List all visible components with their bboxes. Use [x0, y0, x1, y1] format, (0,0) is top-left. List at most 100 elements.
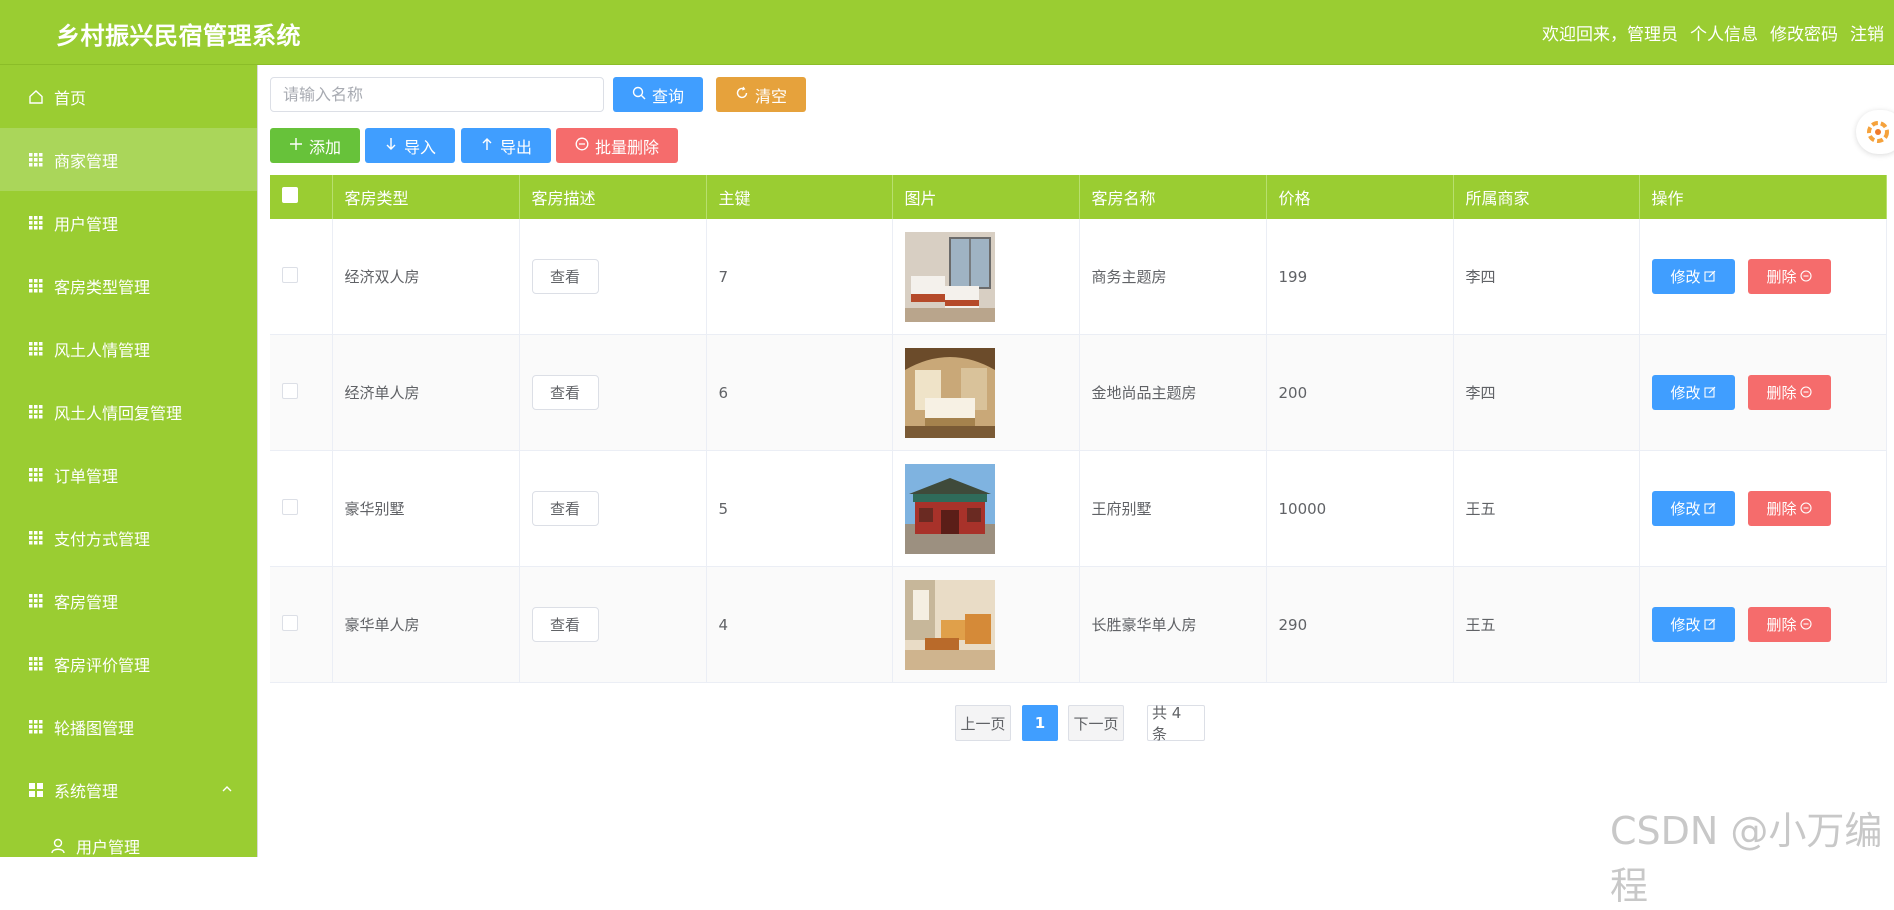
edit-button[interactable]: 修改: [1651, 491, 1735, 526]
column-header: 价格: [1266, 175, 1454, 219]
room-name-cell: 金地尚品主题房: [1079, 334, 1267, 451]
home-icon: [28, 89, 44, 105]
row-select-cell: [270, 334, 333, 451]
grid-icon: [28, 467, 44, 483]
floating-assistant-button[interactable]: [1856, 110, 1894, 154]
arrow-down-icon: [384, 136, 398, 155]
sidebar-item-customs[interactable]: 风土人情管理: [0, 317, 257, 380]
row-select-cell: [270, 566, 333, 683]
view-description-button[interactable]: 查看: [531, 491, 599, 526]
merchant-cell: 李四: [1453, 334, 1640, 451]
change-password-link[interactable]: 修改密码: [1770, 20, 1838, 45]
select-all-checkbox[interactable]: [282, 187, 298, 203]
view-description-button[interactable]: 查看: [531, 259, 599, 294]
delete-button-label: 删除: [1766, 500, 1797, 518]
edit-button[interactable]: 修改: [1651, 259, 1735, 294]
row-checkbox[interactable]: [282, 266, 298, 283]
sidebar-subitem-user-management[interactable]: 用户管理: [0, 821, 257, 857]
import-button-label: 导入: [403, 137, 436, 157]
page-number-button[interactable]: 1: [1022, 705, 1058, 741]
welcome-text: 欢迎回来，管理员: [1542, 25, 1678, 45]
sidebar-item-users[interactable]: 用户管理: [0, 191, 257, 254]
room-type-cell: 经济单人房: [332, 334, 520, 451]
sidebar-item-label: 用户管理: [54, 214, 119, 234]
batch-delete-button[interactable]: 批量删除: [556, 128, 678, 163]
import-button[interactable]: 导入: [365, 128, 455, 163]
sidebar-item-label: 首页: [54, 88, 87, 108]
export-button[interactable]: 导出: [461, 128, 551, 163]
image-cell: [892, 450, 1080, 567]
delete-button[interactable]: 删除: [1747, 375, 1831, 410]
query-button[interactable]: 查询: [613, 77, 703, 112]
room-name-cell: 王府别墅: [1079, 450, 1267, 567]
id-cell: 6: [706, 334, 893, 451]
grid-icon: [28, 593, 44, 609]
sidebar-item-room-types[interactable]: 客房类型管理: [0, 254, 257, 317]
row-checkbox[interactable]: [282, 382, 298, 399]
view-description-button[interactable]: 查看: [531, 375, 599, 410]
refresh-icon: [735, 85, 749, 104]
room-image[interactable]: [904, 347, 995, 438]
sidebar-item-label: 支付方式管理: [54, 529, 151, 549]
prev-page-button[interactable]: 上一页: [955, 705, 1011, 741]
sidebar-item-payment-methods[interactable]: 支付方式管理: [0, 506, 257, 569]
id-cell: 7: [706, 219, 893, 335]
table-row: 经济双人房 查看 7 商务主题房 199 李四 修改 删除: [270, 219, 1887, 335]
room-table: 客房类型 客房描述 主键 图片 客房名称 价格 所属商家 操作 经济双人房 查看…: [270, 175, 1887, 683]
edit-button-label: 修改: [1670, 384, 1701, 402]
sidebar-item-label: 客房类型管理: [54, 277, 151, 297]
view-description-button[interactable]: 查看: [531, 607, 599, 642]
grid-icon: [28, 404, 44, 420]
column-header: 客房名称: [1079, 175, 1267, 219]
search-input[interactable]: [270, 77, 604, 112]
clear-button[interactable]: 清空: [716, 77, 806, 112]
minus-circle-icon: [1799, 616, 1812, 634]
column-header: 客房类型: [332, 175, 520, 219]
sidebar-item-home[interactable]: 首页: [0, 65, 257, 128]
room-image[interactable]: [904, 463, 995, 554]
room-image[interactable]: [904, 231, 995, 322]
search-icon: [632, 85, 646, 104]
row-checkbox[interactable]: [282, 614, 298, 631]
next-page-button[interactable]: 下一页: [1068, 705, 1124, 741]
grid-icon: [28, 341, 44, 357]
user-icon: [50, 838, 66, 854]
query-button-label: 查询: [651, 86, 684, 106]
edit-button[interactable]: 修改: [1651, 607, 1735, 642]
sidebar-item-label: 客房评价管理: [54, 655, 151, 675]
room-name-cell: 长胜豪华单人房: [1079, 566, 1267, 683]
merchant-cell: 王五: [1453, 450, 1640, 567]
delete-button[interactable]: 删除: [1747, 607, 1831, 642]
sidebar-item-label: 风土人情管理: [54, 340, 151, 360]
room-desc-cell: 查看: [519, 450, 707, 567]
flower-icon: [1867, 121, 1889, 143]
image-cell: [892, 566, 1080, 683]
sidebar-item-label: 商家管理: [54, 151, 119, 171]
sidebar-item-system[interactable]: 系统管理: [0, 758, 257, 821]
app-title: 乡村振兴民宿管理系统: [56, 22, 301, 50]
sidebar-item-orders[interactable]: 订单管理: [0, 443, 257, 506]
minus-circle-icon: [1799, 384, 1812, 402]
row-checkbox[interactable]: [282, 498, 298, 515]
id-cell: 5: [706, 450, 893, 567]
select-all-cell: [270, 175, 333, 219]
plus-icon: [289, 136, 303, 155]
sidebar-item-carousel[interactable]: 轮播图管理: [0, 695, 257, 758]
column-header: 主键: [706, 175, 893, 219]
edit-icon: [1703, 384, 1716, 402]
sidebar-item-rooms[interactable]: 客房管理: [0, 569, 257, 632]
sidebar-item-merchants[interactable]: 商家管理: [0, 128, 257, 191]
column-header: 操作: [1639, 175, 1887, 219]
delete-button[interactable]: 删除: [1747, 491, 1831, 526]
logout-link[interactable]: 注销: [1850, 20, 1884, 45]
profile-link[interactable]: 个人信息: [1690, 20, 1758, 45]
sidebar-item-room-reviews[interactable]: 客房评价管理: [0, 632, 257, 695]
room-type-cell: 豪华单人房: [332, 566, 520, 683]
add-button[interactable]: 添加: [270, 128, 360, 163]
edit-button[interactable]: 修改: [1651, 375, 1735, 410]
sidebar-item-customs-replies[interactable]: 风土人情回复管理: [0, 380, 257, 443]
delete-button[interactable]: 删除: [1747, 259, 1831, 294]
sidebar-item-label: 客房管理: [54, 592, 119, 612]
id-cell: 4: [706, 566, 893, 683]
room-image[interactable]: [904, 579, 995, 670]
